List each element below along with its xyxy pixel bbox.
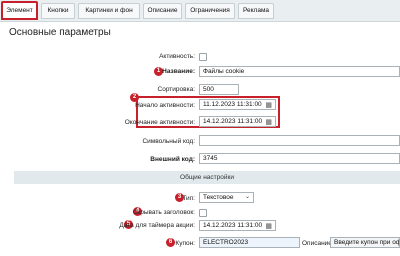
- active-label: Активность:: [159, 53, 195, 60]
- start-label: Начало активности:: [135, 102, 195, 109]
- description-input[interactable]: Введите купон при офо: [330, 237, 400, 248]
- calendar-icon[interactable]: ▦: [265, 101, 272, 109]
- symbol-code-input[interactable]: [199, 135, 400, 146]
- type-select[interactable]: Текстовое ⌄: [199, 192, 254, 203]
- tab-label: Картинки и фон: [85, 7, 133, 14]
- tab-ads[interactable]: Реклама: [238, 3, 274, 19]
- tab-restrictions[interactable]: Ограничения: [185, 3, 235, 19]
- tab-images[interactable]: Картинки и фон: [78, 3, 140, 19]
- start-date-value: 11.12.2023 11:31:00: [203, 101, 262, 108]
- tab-element[interactable]: Элемент: [1, 1, 38, 20]
- active-checkbox[interactable]: [199, 53, 207, 61]
- tab-label: Ограничения: [190, 7, 230, 14]
- tab-bar: Элемент Кнопки Картинки и фон Описание О…: [0, 0, 400, 22]
- end-label: Окончание активности:: [124, 119, 195, 126]
- description-label: Описание:: [302, 240, 334, 247]
- section-general-settings: Общие настройки: [14, 171, 400, 184]
- sort-label: Сортировка:: [157, 86, 195, 93]
- sort-input[interactable]: 500: [199, 84, 239, 95]
- tab-label: Кнопки: [47, 7, 69, 14]
- tab-label: Элемент: [6, 7, 33, 14]
- tab-label: Реклама: [242, 7, 270, 14]
- step-badge-6: 6: [166, 238, 175, 247]
- name-input[interactable]: Файлы cookie: [199, 66, 400, 77]
- end-date-input[interactable]: 14.12.2023 11:31:00 ▦: [199, 116, 276, 127]
- step-badge-2: 2: [130, 93, 139, 102]
- timer-date-input[interactable]: 14.12.2023 11:31:00 ▦: [199, 220, 276, 231]
- type-select-value: Текстовое: [203, 194, 234, 201]
- tab-label: Описание: [147, 7, 178, 14]
- hide-title-label: Скрывать заголовок:: [132, 209, 195, 216]
- calendar-icon[interactable]: ▦: [265, 222, 272, 230]
- coupon-input[interactable]: ELECTRO2023: [199, 237, 300, 248]
- external-code-label: Внешний код:: [150, 156, 195, 163]
- timer-date-label: Дата для таймера акции:: [119, 222, 195, 229]
- name-label: Название:: [162, 68, 195, 75]
- coupon-label: Купон:: [175, 240, 195, 247]
- type-label: Тип:: [182, 195, 195, 202]
- tab-description[interactable]: Описание: [143, 3, 182, 19]
- page-title: Основные параметры: [9, 27, 111, 38]
- calendar-icon[interactable]: ▦: [265, 118, 272, 126]
- chevron-down-icon: ⌄: [244, 194, 250, 200]
- end-date-value: 14.12.2023 11:31:00: [203, 118, 263, 125]
- timer-date-value: 14.12.2023 11:31:00: [203, 222, 263, 229]
- symbol-code-label: Символьный код:: [142, 138, 195, 145]
- tab-buttons[interactable]: Кнопки: [41, 3, 75, 19]
- external-code-input[interactable]: 3745: [199, 153, 400, 164]
- start-date-input[interactable]: 11.12.2023 11:31:00 ▦: [199, 99, 276, 110]
- hide-title-checkbox[interactable]: [199, 209, 207, 217]
